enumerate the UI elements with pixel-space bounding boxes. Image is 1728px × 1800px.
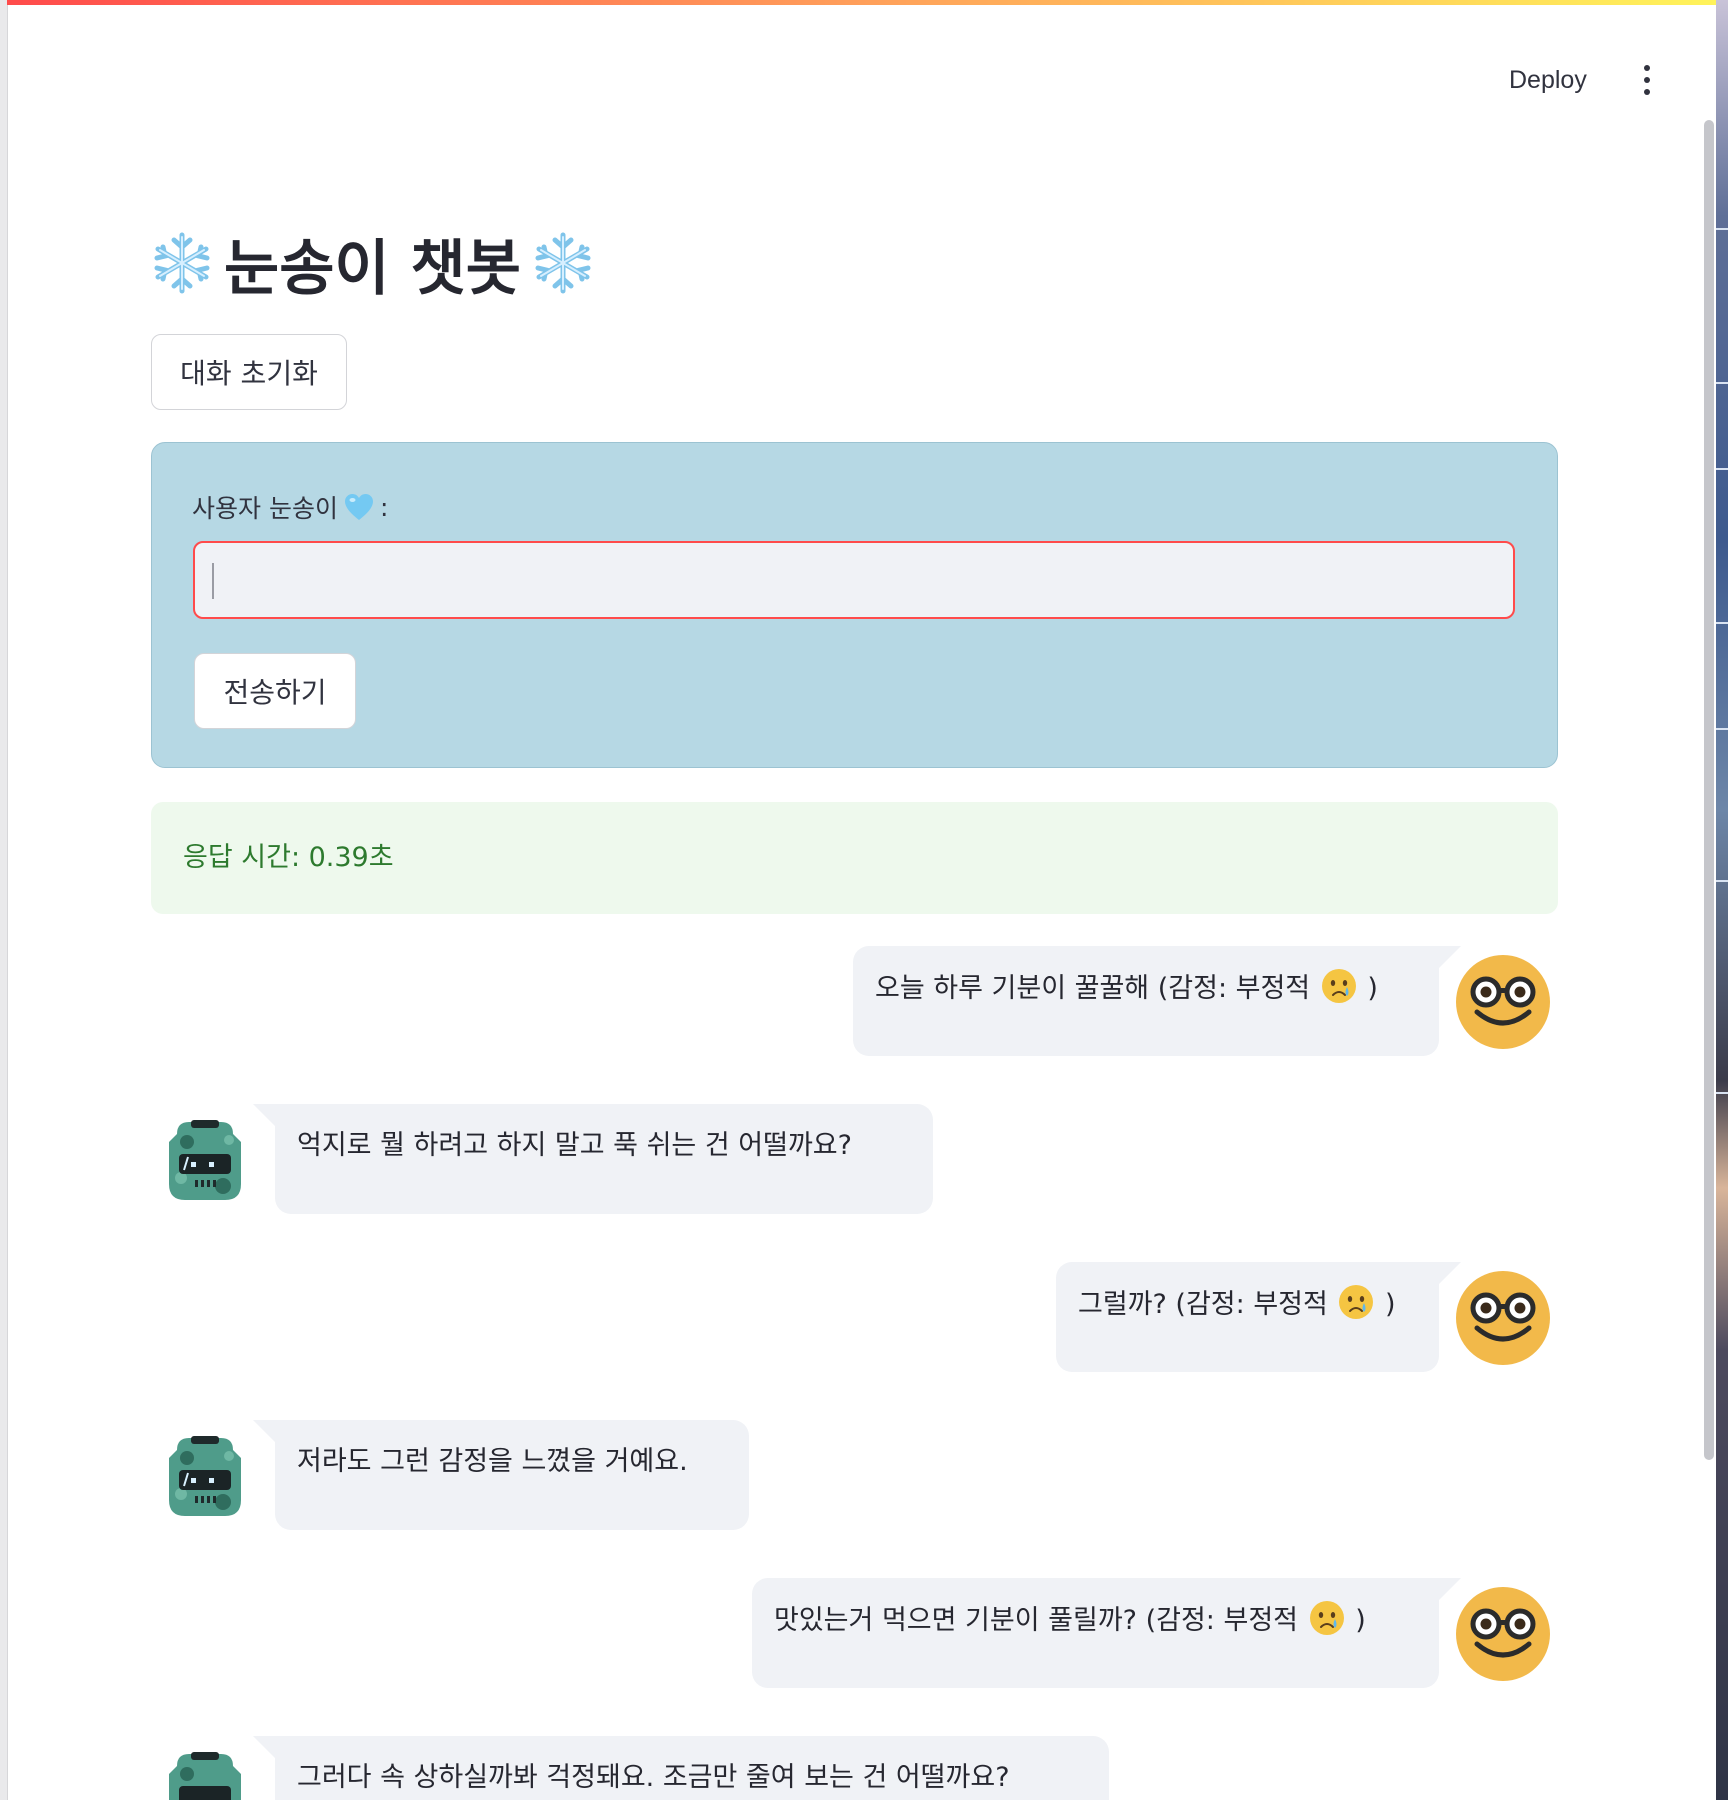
message-close-paren: ) (1385, 1289, 1396, 1320)
input-label: 사용자 눈송이 : (192, 489, 388, 525)
bot-message-bubble: 저라도 그런 감정을 느꼈을 거예요. (253, 1420, 749, 1530)
scrollbar[interactable] (1704, 120, 1714, 1460)
chat-message-bot: 그러다 속 상하실까봐 걱정돼요. 조금만 줄여 보는 건 어떨까요? (151, 1736, 1558, 1800)
robot-avatar-icon (169, 1436, 241, 1516)
bot-message-bubble: 그러다 속 상하실까봐 걱정돼요. 조금만 줄여 보는 건 어떨까요? (253, 1736, 1109, 1800)
message-text: 오늘 하루 기분이 꿀꿀해 (감정: 부정적 (875, 973, 1311, 1004)
robot-avatar-icon (169, 1120, 241, 1200)
nerd-face-icon (1456, 1271, 1550, 1365)
robot-avatar-icon (169, 1752, 241, 1800)
message-text: 그러다 속 상하실까봐 걱정돼요. 조금만 줄여 보는 건 어떨까요? (297, 1762, 1010, 1793)
page-title: 눈송이 챗봇 (150, 218, 595, 308)
message-text: 맛있는거 먹으면 기분이 풀릴까? (감정: 부정적 (774, 1605, 1298, 1636)
chat-message-user: 그럴까? (감정: 부정적 ) (151, 1262, 1558, 1372)
snowflake-icon (154, 232, 210, 294)
crying-face-icon (1339, 1285, 1374, 1319)
chat-message-user: 맛있는거 먹으면 기분이 풀릴까? (감정: 부정적 ) (151, 1578, 1558, 1688)
message-text: 억지로 뭘 하려고 하지 말고 푹 쉬는 건 어떨까요? (297, 1130, 852, 1161)
deploy-button[interactable]: Deploy (1493, 55, 1603, 105)
input-label-text: 사용자 눈송이 (192, 494, 338, 523)
user-message-bubble: 그럴까? (감정: 부정적 ) (1056, 1262, 1461, 1372)
app-window: Deploy 눈송이 챗봇 대화 초기화 사용자 눈송이: 전송하기 응답 시… (0, 0, 1728, 1800)
chat-message-user: 오늘 하루 기분이 꿀꿀해 (감정: 부정적 ) (151, 946, 1558, 1056)
crying-face-icon (1309, 1601, 1344, 1635)
send-button[interactable]: 전송하기 (194, 653, 356, 729)
snowflake-icon (535, 232, 591, 294)
window-left-edge (0, 0, 8, 1800)
desktop-background-strip (1716, 0, 1728, 1800)
response-time-status: 응답 시간: 0.39초 (151, 802, 1558, 914)
input-label-suffix: : (379, 492, 389, 522)
bot-message-bubble: 억지로 뭘 하려고 하지 말고 푹 쉬는 건 어떨까요? (253, 1104, 933, 1214)
text-cursor (212, 563, 214, 599)
light-blue-heart-icon (344, 494, 373, 520)
nerd-face-icon (1456, 955, 1550, 1049)
chat-message-bot: 억지로 뭘 하려고 하지 말고 푹 쉬는 건 어떨까요? (151, 1104, 1558, 1214)
message-text: 그럴까? (감정: 부정적 (1078, 1289, 1328, 1320)
crying-face-icon (1321, 969, 1356, 1003)
chat-input-form: 사용자 눈송이 : 전송하기 (151, 442, 1558, 768)
message-text: 저라도 그런 감정을 느꼈을 거예요. (297, 1446, 688, 1477)
app-header: Deploy (7, 5, 1716, 145)
chat-message-bot: 저라도 그런 감정을 느꼈을 거예요. (151, 1420, 1558, 1530)
user-message-bubble: 맛있는거 먹으면 기분이 풀릴까? (감정: 부정적 ) (752, 1578, 1461, 1688)
more-vertical-icon[interactable] (1629, 55, 1665, 105)
title-text: 눈송이 챗봇 (224, 233, 521, 304)
user-message-bubble: 오늘 하루 기분이 꿀꿀해 (감정: 부정적 ) (853, 946, 1461, 1056)
message-close-paren: ) (1355, 1605, 1366, 1636)
reset-conversation-button[interactable]: 대화 초기화 (151, 334, 347, 410)
message-input[interactable] (193, 541, 1515, 619)
response-time-text: 응답 시간: 0.39초 (183, 842, 394, 873)
message-close-paren: ) (1367, 973, 1378, 1004)
nerd-face-icon (1456, 1587, 1550, 1681)
